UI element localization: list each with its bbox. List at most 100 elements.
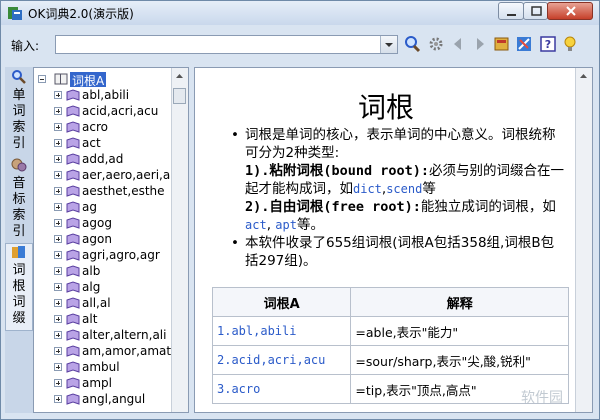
tree-item[interactable]: alb: [34, 263, 174, 279]
tree-item[interactable]: alg: [34, 279, 174, 295]
expand-toggle[interactable]: [54, 251, 62, 259]
tip-bulb-icon[interactable]: [561, 35, 579, 53]
expand-toggle[interactable]: [54, 219, 62, 227]
book-node-icon: [66, 361, 80, 373]
tree-item[interactable]: aesthet,esthe: [34, 183, 174, 199]
expand-toggle[interactable]: [54, 315, 62, 323]
tree-item-label: alb: [82, 264, 101, 278]
expand-toggle[interactable]: [54, 283, 62, 291]
scroll-thumb[interactable]: [173, 88, 186, 104]
tree-item[interactable]: abl,abili: [34, 87, 174, 103]
tab-root-affix[interactable]: 词根词缀: [5, 243, 33, 331]
tree-item-label: ambul: [82, 360, 120, 374]
tab-root-affix-label: 词根词缀: [12, 263, 26, 326]
book-node-icon: [66, 137, 80, 149]
tree-item[interactable]: agri,agro,agr: [34, 247, 174, 263]
root-cell[interactable]: 1.abl,abili: [211, 316, 352, 346]
side-tab-bar: 单词索引 音标索引 词根词缀: [5, 67, 33, 413]
example-link-apt[interactable]: apt: [275, 218, 297, 232]
maximize-button[interactable]: [523, 2, 548, 20]
tree-item[interactable]: acro: [34, 119, 174, 135]
tree-item[interactable]: am,amor,amat: [34, 343, 174, 359]
help-icon[interactable]: ?: [539, 35, 557, 53]
content-scrollbar[interactable]: [575, 68, 592, 412]
close-button[interactable]: [547, 2, 593, 20]
scroll-up-icon[interactable]: [577, 69, 590, 83]
book-node-icon: [66, 265, 80, 277]
tree-item[interactable]: agog: [34, 215, 174, 231]
expand-toggle[interactable]: [54, 395, 62, 403]
tree-item-label: ag: [82, 200, 97, 214]
tree-item[interactable]: ampl: [34, 375, 174, 391]
expand-toggle[interactable]: [54, 379, 62, 387]
example-link-dict[interactable]: dict: [353, 182, 382, 196]
tree-item-label: acro: [82, 120, 108, 134]
tree-item[interactable]: all,al: [34, 295, 174, 311]
forward-arrow-icon[interactable]: [471, 35, 489, 53]
collapse-toggle[interactable]: [38, 75, 46, 83]
expand-toggle[interactable]: [54, 171, 62, 179]
edit-icon[interactable]: [515, 35, 533, 53]
example-link-act[interactable]: act: [245, 218, 267, 232]
expand-toggle[interactable]: [54, 91, 62, 99]
book-node-icon: [66, 169, 80, 181]
search-input[interactable]: [55, 35, 398, 54]
tree-item[interactable]: add,ad: [34, 151, 174, 167]
gear-icon[interactable]: [427, 35, 445, 53]
dropdown-button[interactable]: [380, 36, 397, 53]
bubbles-icon: [11, 158, 27, 172]
bullet-dot: •: [231, 235, 239, 251]
tree-item-label: acid,acri,acu: [82, 104, 159, 118]
tree-item[interactable]: acid,acri,acu: [34, 103, 174, 119]
root-table: 词根A 解释 1.abl,abili =able,表示"能力" 2.acid,a…: [211, 287, 569, 404]
example-separator-2: ,: [266, 217, 276, 233]
expand-toggle[interactable]: [54, 331, 62, 339]
root-tree[interactable]: 词根A abl,abili acid,acri,acu acro act add,ad a…: [33, 67, 189, 413]
expand-toggle[interactable]: [54, 347, 62, 355]
tree-item[interactable]: angl,angul: [34, 391, 174, 407]
expand-toggle[interactable]: [54, 139, 62, 147]
book-node-icon: [54, 73, 68, 85]
tree-item[interactable]: ambul: [34, 359, 174, 375]
book-node-icon: [66, 121, 80, 133]
intro-text: 词根是单词的核心，表示单词的中心意义。词根统称可分为2种类型:: [245, 127, 556, 161]
tab-word-index[interactable]: 单词索引: [5, 69, 33, 155]
expand-toggle[interactable]: [54, 299, 62, 307]
expand-toggle[interactable]: [54, 123, 62, 131]
expand-toggle[interactable]: [54, 363, 62, 371]
expand-toggle[interactable]: [54, 203, 62, 211]
book-icon[interactable]: [493, 35, 511, 53]
tree-item-label: alt: [82, 312, 98, 326]
column-header-root: 词根A: [211, 287, 352, 317]
expand-toggle[interactable]: [54, 267, 62, 275]
tree-scrollbar[interactable]: [171, 68, 188, 412]
tree-item[interactable]: aer,aero,aeri,a: [34, 167, 174, 183]
tree-item[interactable]: ag: [34, 199, 174, 215]
tree-item[interactable]: alter,altern,ali: [34, 327, 174, 343]
back-arrow-icon[interactable]: [449, 35, 467, 53]
tab-phonetic-index[interactable]: 音标索引: [5, 157, 33, 241]
book-node-icon: [66, 249, 80, 261]
expand-toggle[interactable]: [54, 107, 62, 115]
search-icon[interactable]: [403, 35, 421, 53]
magnifier-icon: [12, 70, 26, 84]
root-cell[interactable]: 3.acro: [211, 374, 352, 404]
close-icon: [566, 6, 576, 16]
tree-item-label: alg: [82, 280, 101, 294]
minimize-button[interactable]: [498, 2, 524, 20]
expand-toggle[interactable]: [54, 155, 62, 163]
tree-item[interactable]: agon: [34, 231, 174, 247]
root-cell[interactable]: 2.acid,acri,acu: [211, 345, 352, 375]
tree-item[interactable]: act: [34, 135, 174, 151]
app-logo-icon: [8, 7, 22, 20]
example-link-scend[interactable]: scend: [386, 182, 422, 196]
chevron-down-icon: [385, 43, 393, 47]
maximize-icon: [531, 6, 542, 16]
expand-toggle[interactable]: [54, 235, 62, 243]
tree-root[interactable]: 词根A: [34, 71, 174, 87]
tree-item[interactable]: alt: [34, 311, 174, 327]
expand-toggle[interactable]: [54, 187, 62, 195]
scroll-up-icon[interactable]: [173, 69, 186, 83]
tree-item-label: agog: [82, 216, 112, 230]
book-node-icon: [66, 105, 80, 117]
